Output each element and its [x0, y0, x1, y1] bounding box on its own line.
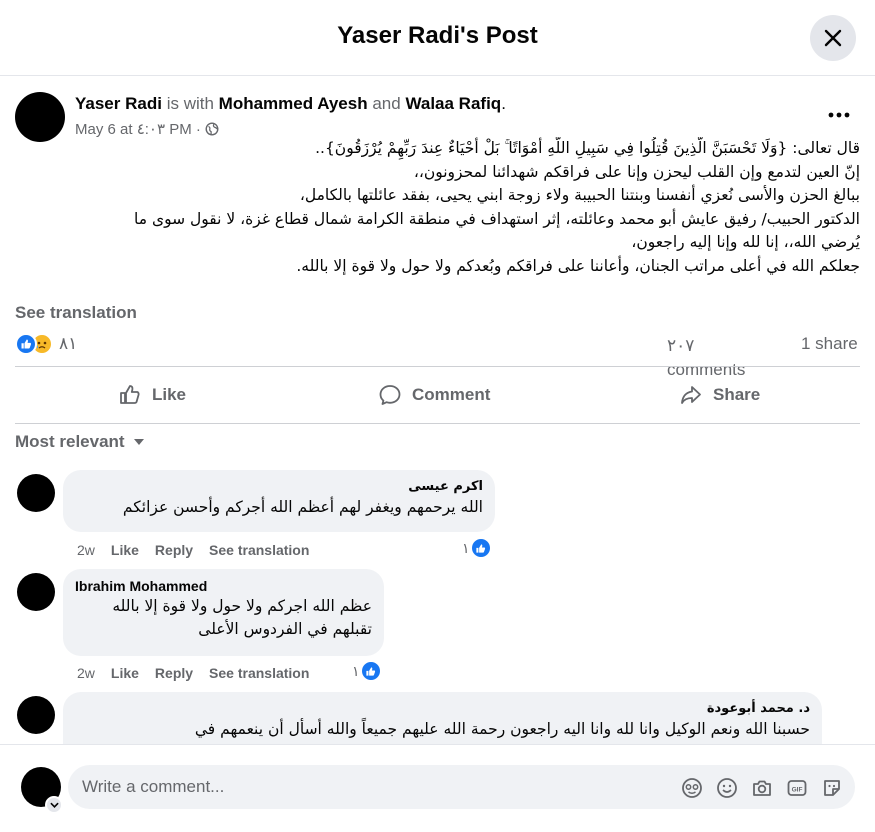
post-line: إنّ العين لتدمع وإن القلب ليحزن وإنا على…	[413, 162, 860, 181]
close-icon	[824, 29, 842, 47]
comment-text: الله يرحمهم ويغفر لهم أعظم الله أجركم وأ…	[122, 498, 483, 516]
comment-sort-dropdown[interactable]: Most relevant	[15, 432, 145, 452]
comment-label: Comment	[412, 385, 491, 404]
post-action-bar: Like Comment Share	[15, 366, 860, 424]
emoji-icon	[717, 778, 737, 798]
comment-reaction-badge[interactable]: ١	[352, 660, 382, 682]
period: .	[501, 94, 506, 113]
like-reaction-icon	[359, 660, 382, 682]
comment-like-count: ١	[352, 662, 360, 679]
more-options-button[interactable]	[824, 100, 854, 130]
commenter-avatar[interactable]	[17, 474, 55, 512]
composer-tools: GIF	[680, 776, 844, 800]
post-line: الدكتور الحبيب/ رفيق عايش أبو محمد وعائل…	[134, 209, 860, 228]
comment-text: حسبنا الله ونعم الوكيل وانا لله وانا الي…	[194, 720, 810, 738]
sticker-button[interactable]	[820, 776, 844, 800]
more-dots-icon	[828, 112, 850, 118]
caret-down-icon	[133, 439, 144, 445]
comment-reply-button[interactable]: Reply	[155, 665, 193, 681]
camera-icon	[753, 780, 771, 796]
post-line: قال تعالى: {وَلَا تَحْسَبَنَّ الَّذِينَ …	[315, 139, 860, 157]
shares-count-link[interactable]: 1 share	[801, 334, 858, 354]
comment-composer: GIF	[0, 744, 875, 832]
comment-like-count: ١	[462, 539, 470, 556]
tagged-user-link[interactable]: Walaa Rafiq	[405, 94, 501, 113]
comment-like-button[interactable]: Like	[111, 665, 139, 681]
author-name-link[interactable]: Yaser Radi	[75, 94, 162, 113]
post-line: جعلكم الله في أعلى مراتب الجنان، وأعاننا…	[296, 256, 860, 275]
comment-reply-button[interactable]: Reply	[155, 542, 193, 558]
close-button[interactable]	[810, 15, 856, 61]
avatar-sticker-button[interactable]	[680, 776, 704, 800]
comment-text: تقبلهم في الفردوس الأعلى	[198, 620, 372, 638]
svg-text:GIF: GIF	[792, 786, 803, 793]
comment-reaction-badge[interactable]: ١	[462, 537, 492, 559]
comment-see-translation[interactable]: See translation	[209, 542, 309, 558]
like-button[interactable]: Like	[118, 375, 186, 415]
post-line: يُرضي الله،، إنا لله وإنا إليه راجعون،	[631, 233, 860, 251]
post-meta: May 6 at ٤:٠٣ PM ·	[75, 120, 219, 138]
gif-button[interactable]: GIF	[785, 776, 809, 800]
post-author-line: Yaser Radi is with Mohammed Ayesh and Wa…	[75, 94, 506, 114]
comment-actions: 2w Like Reply See translation	[77, 665, 309, 681]
author-avatar[interactable]	[15, 92, 65, 142]
profile-switch-button[interactable]	[45, 796, 63, 814]
commenter-name[interactable]: Ibrahim Mohammed	[75, 577, 372, 595]
comment-text: عظم الله اجركم ولا حول ولا قوة إلا بالله	[112, 597, 372, 615]
comment-bubble: اكرم عيسى الله يرحمهم ويغفر لهم أعظم الل…	[63, 470, 495, 532]
share-label: Share	[713, 385, 761, 404]
chevron-down-icon	[49, 802, 59, 808]
post-dialog-header: Yaser Radi's Post	[0, 0, 875, 76]
sticker-icon	[824, 780, 840, 796]
post-line: ببالغ الحزن والأسى نُعزي أنفسنا وبنتنا ا…	[299, 186, 860, 204]
post-body: قال تعالى: {وَلَا تَحْسَبَنَّ الَّذِينَ …	[18, 137, 860, 278]
globe-icon[interactable]	[205, 122, 219, 136]
dialog-title: Yaser Radi's Post	[337, 22, 538, 49]
photo-button[interactable]	[750, 776, 774, 800]
and-text: and	[372, 94, 401, 113]
see-translation-link[interactable]: See translation	[15, 303, 137, 323]
gif-icon: GIF	[787, 780, 807, 796]
sort-label: Most relevant	[15, 432, 125, 451]
like-reaction-icon	[469, 537, 492, 559]
post-date-link[interactable]: May 6 at ٤:٠٣ PM ·	[75, 120, 201, 138]
comment-time[interactable]: 2w	[77, 665, 95, 681]
commenter-avatar[interactable]	[17, 573, 55, 611]
avatar-sticker-icon	[682, 778, 702, 798]
reaction-summary[interactable]: ٨١	[15, 333, 77, 355]
share-button[interactable]: Share	[679, 375, 760, 415]
comment-button[interactable]: Comment	[378, 375, 490, 415]
like-reaction-icon	[15, 333, 37, 355]
reaction-count[interactable]: ٨١	[59, 334, 77, 354]
tagged-user-link[interactable]: Mohammed Ayesh	[219, 94, 368, 113]
like-icon	[120, 385, 140, 404]
comment-actions: 2w Like Reply See translation	[77, 542, 309, 558]
commenter-name[interactable]: د. محمد أبوعودة	[75, 700, 810, 718]
like-label: Like	[152, 385, 187, 404]
comment-time[interactable]: 2w	[77, 542, 95, 558]
comment-like-button[interactable]: Like	[111, 542, 139, 558]
share-icon	[681, 386, 701, 404]
comment-bubble: Ibrahim Mohammed عظم الله اجركم ولا حول …	[63, 569, 384, 656]
commenter-name[interactable]: اكرم عيسى	[75, 478, 483, 496]
comment-icon	[379, 385, 401, 405]
emoji-button[interactable]	[715, 776, 739, 800]
comment-see-translation[interactable]: See translation	[209, 665, 309, 681]
commenter-avatar[interactable]	[17, 696, 55, 734]
with-text: is with	[166, 94, 214, 113]
